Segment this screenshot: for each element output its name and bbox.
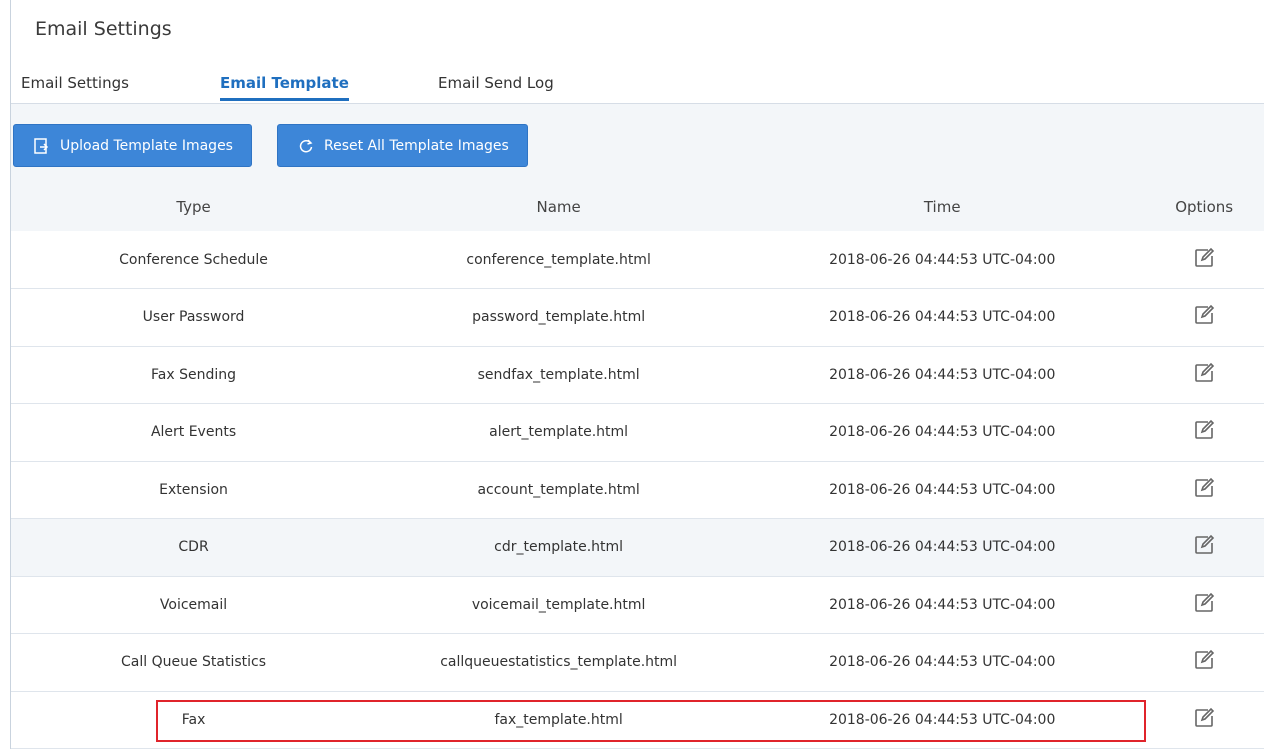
table-row: User Password password_template.html 2018-…	[11, 289, 1264, 347]
cell-type: Fax	[181, 711, 206, 728]
cell-options	[1143, 231, 1264, 289]
reset-button-label: Reset All Template Images	[324, 137, 509, 154]
edit-icon[interactable]	[1193, 362, 1215, 384]
email-settings-panel: Email Settings Email Settings Email Temp…	[10, 0, 1264, 749]
cell-name: fax_template.html	[494, 711, 623, 728]
cell-time: 2018-06-26 04:44:53 UTC-04:00	[829, 481, 1056, 498]
table-row: Fax fax_template.html 2018-06-26 04:44:53 …	[11, 691, 1264, 749]
cell-type: User Password	[142, 309, 245, 326]
tab-email-settings[interactable]: Email Settings	[21, 74, 129, 92]
cell-options	[1143, 461, 1264, 519]
tab-email-template[interactable]: Email Template	[220, 74, 349, 101]
cell-name: password_template.html	[472, 309, 646, 326]
header-options: Options	[1175, 197, 1234, 216]
cell-type: Conference Schedule	[119, 251, 268, 268]
edit-icon[interactable]	[1193, 592, 1215, 614]
cell-time: 2018-06-26 04:44:53 UTC-04:00	[829, 711, 1056, 728]
cell-options	[1143, 519, 1264, 577]
cell-options	[1143, 289, 1264, 347]
header-name: Name	[536, 197, 581, 216]
upload-icon	[34, 137, 50, 154]
cell-name: alert_template.html	[489, 424, 629, 441]
table-header-row: Type Name Time Options	[11, 182, 1264, 231]
cell-type: CDR	[178, 539, 209, 556]
cell-name: voicemail_template.html	[471, 596, 646, 613]
toolbar: Upload Template Images Reset All Templat…	[11, 104, 1264, 182]
cell-name: account_template.html	[477, 481, 640, 498]
table-row: Extension account_template.html 2018-06-26…	[11, 461, 1264, 519]
edit-icon[interactable]	[1193, 304, 1215, 326]
header-time: Time	[923, 197, 961, 216]
tab-bar: Email Settings Email Template Email Send…	[11, 62, 1264, 104]
reset-template-images-button[interactable]: Reset All Template Images	[277, 124, 528, 167]
table-row: CDR cdr_template.html 2018-06-26 04:44:53 …	[11, 518, 1264, 577]
cell-time: 2018-06-26 04:44:53 UTC-04:00	[829, 251, 1056, 268]
cell-type: Extension	[159, 481, 228, 498]
table-row: Alert Events alert_template.html 2018-06-2…	[11, 404, 1264, 462]
cell-time: 2018-06-26 04:44:53 UTC-04:00	[829, 309, 1056, 326]
cell-options	[1143, 634, 1264, 692]
table-row: Fax Sending sendfax_template.html 2018-06-…	[11, 346, 1264, 404]
cell-options	[1143, 346, 1264, 404]
cell-type: Voicemail	[159, 596, 228, 613]
upload-template-images-button[interactable]: Upload Template Images	[13, 124, 252, 167]
cell-type: Alert Events	[150, 424, 237, 441]
cell-name: conference_template.html	[466, 251, 651, 268]
tab-email-send-log[interactable]: Email Send Log	[438, 74, 554, 92]
table-row: Conference Schedule conference_template.h…	[11, 231, 1264, 289]
cell-name: callqueuestatistics_template.html	[440, 654, 678, 671]
cell-time: 2018-06-26 04:44:53 UTC-04:00	[829, 654, 1056, 671]
edit-icon[interactable]	[1193, 419, 1215, 441]
cell-options	[1143, 404, 1264, 462]
edit-icon[interactable]	[1193, 247, 1215, 269]
page-title: Email Settings	[35, 18, 172, 40]
edit-icon[interactable]	[1193, 477, 1215, 499]
edit-icon[interactable]	[1193, 649, 1215, 671]
table-row: Call Queue Statistics callqueuestatistics…	[11, 634, 1264, 692]
cell-time: 2018-06-26 04:44:53 UTC-04:00	[829, 424, 1056, 441]
table-row: Voicemail voicemail_template.html 2018-06-…	[11, 576, 1264, 634]
cell-type: Fax Sending	[151, 366, 237, 383]
cell-options	[1143, 576, 1264, 634]
refresh-icon	[298, 138, 314, 154]
cell-name: cdr_template.html	[494, 539, 624, 556]
cell-options	[1143, 691, 1264, 749]
template-table: Type Name Time Options Conference Schedu…	[11, 182, 1264, 749]
header-type: Type	[176, 197, 211, 216]
cell-type: Call Queue Statistics	[121, 654, 267, 671]
edit-icon[interactable]	[1193, 534, 1215, 556]
cell-name: sendfax_template.html	[477, 366, 640, 383]
edit-icon[interactable]	[1193, 707, 1215, 729]
cell-time: 2018-06-26 04:44:53 UTC-04:00	[829, 539, 1056, 556]
cell-time: 2018-06-26 04:44:53 UTC-04:00	[829, 596, 1056, 613]
cell-time: 2018-06-26 04:44:53 UTC-04:00	[829, 366, 1056, 383]
upload-button-label: Upload Template Images	[60, 137, 233, 154]
